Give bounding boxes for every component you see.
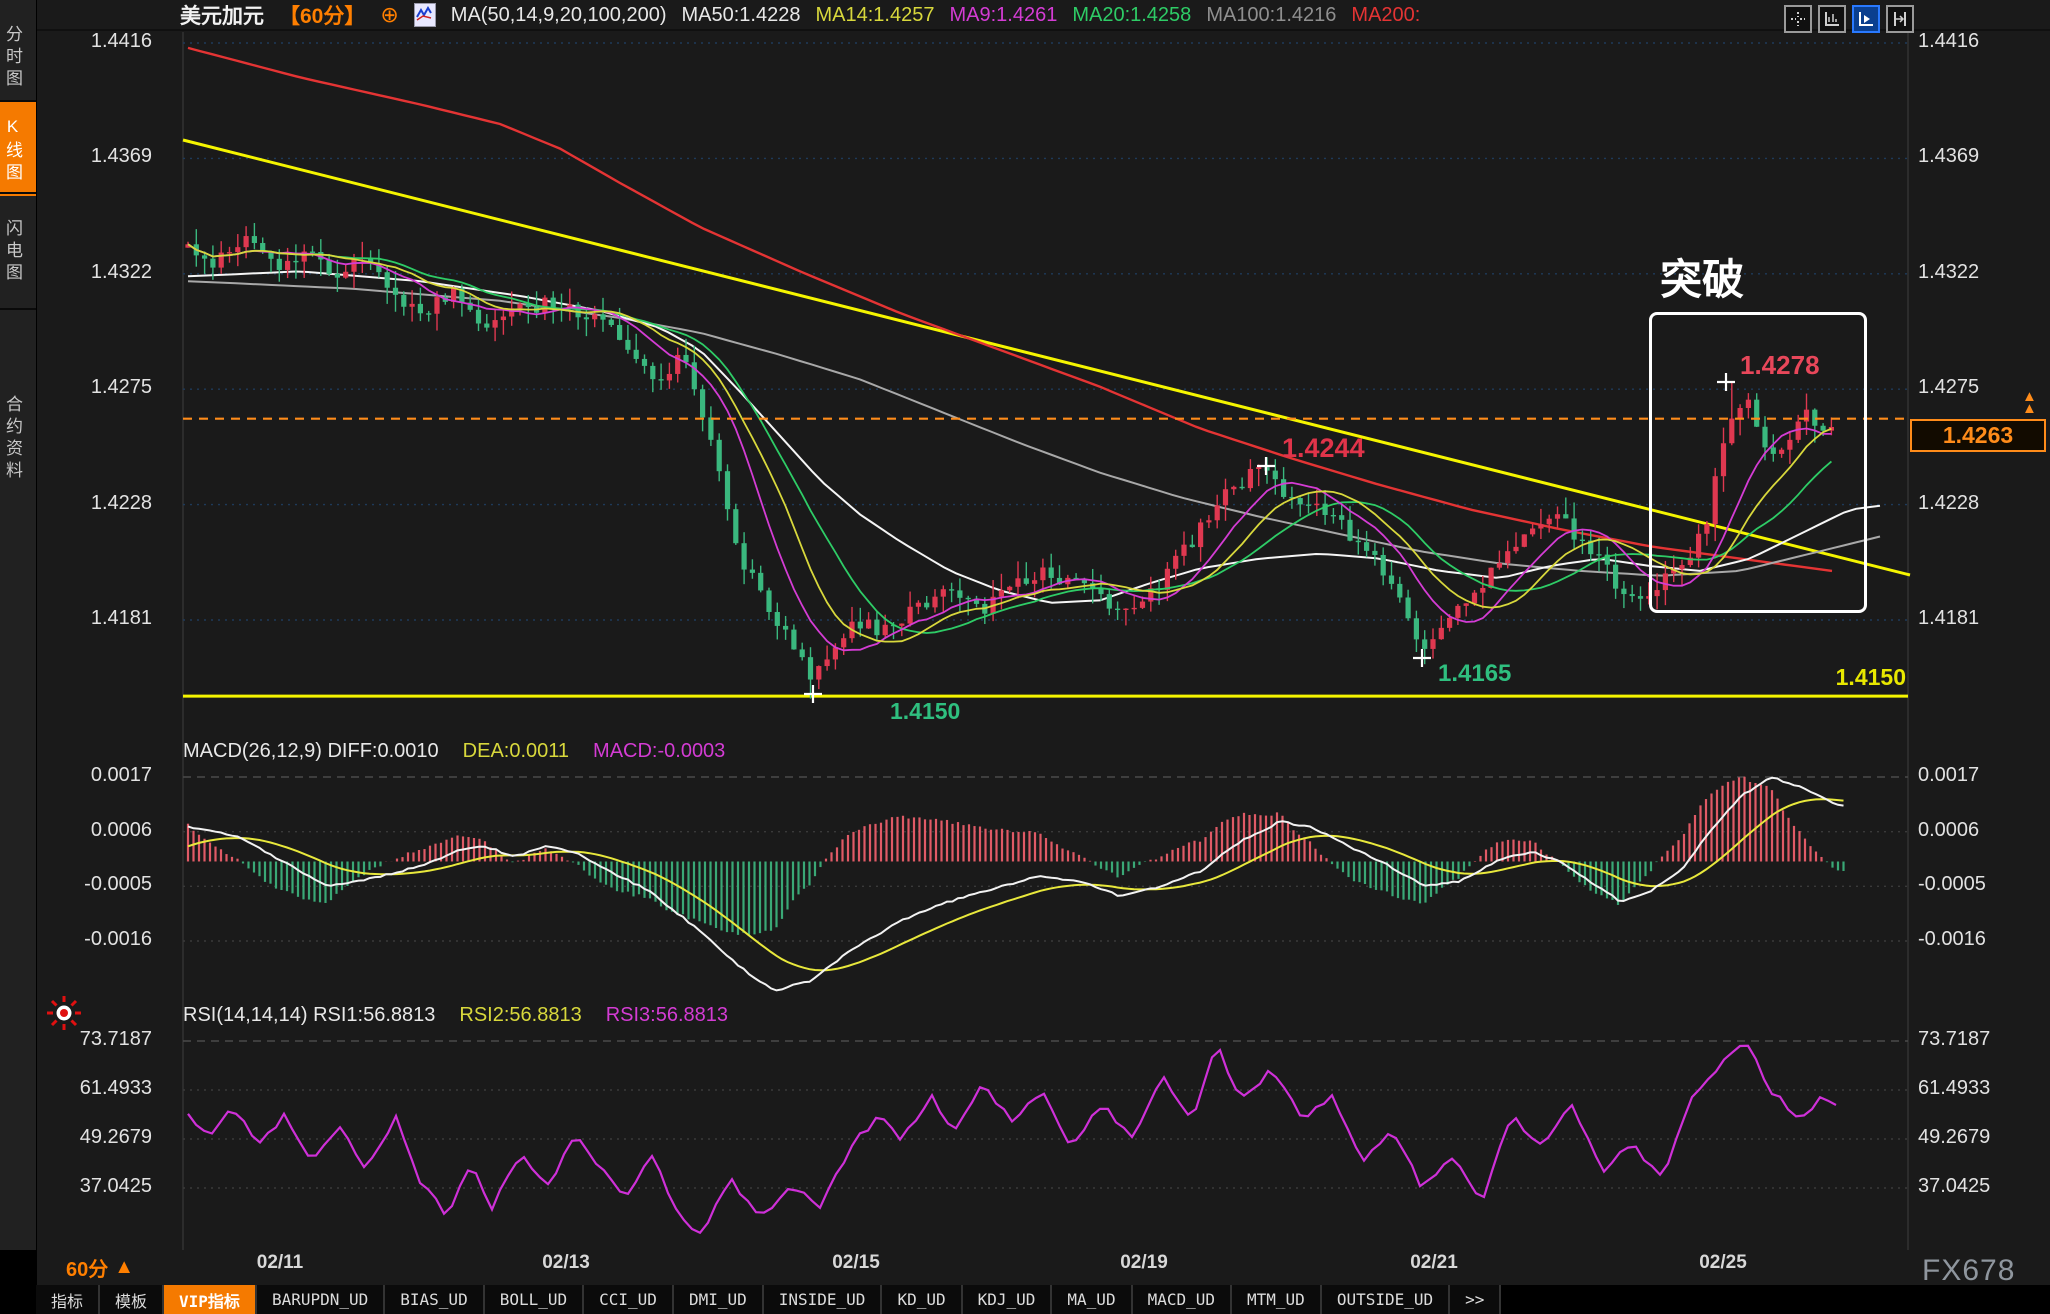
trading-app-window: 1.44161.44161.43691.43691.43221.43221.42… (0, 0, 2050, 1314)
crosshair-tool-icon[interactable] (1784, 5, 1812, 33)
rsi3-value: RSI3:56.8813 (606, 1004, 728, 1027)
indicator-tab-bar: 指标 模板 VIP指标 BARUPDN_UD BIAS_UD BOLL_UD C… (36, 1285, 2050, 1314)
ma9-value: MA9:1.4261 (949, 4, 1057, 27)
tab-ma-ud[interactable]: MA_UD (1052, 1285, 1132, 1314)
tab-bias-ud[interactable]: BIAS_UD (385, 1285, 484, 1314)
tab-vip-indicators[interactable]: VIP指标 (164, 1285, 257, 1314)
timeframe-indicator[interactable]: 60分 ▲ (66, 1253, 134, 1282)
indicator-marker-icon[interactable] (44, 993, 84, 1038)
rsi-header: RSI(14,14,14) RSI1:56.8813 RSI2:56.8813 … (183, 1004, 728, 1027)
tab-kd-ud[interactable]: KD_UD (882, 1285, 962, 1314)
tab-templates[interactable]: 模板 (100, 1285, 164, 1314)
tab-inside-ud[interactable]: INSIDE_UD (764, 1285, 883, 1314)
current-price-badge: 1.4263 (1910, 419, 2046, 452)
left-sidebar: 分时图 K线图 闪电图 合约资料 (0, 0, 37, 1314)
shift-right-tool-icon[interactable] (1886, 5, 1914, 33)
sidebar-divider (0, 308, 36, 310)
tab-outside-ud[interactable]: OUTSIDE_UD (1322, 1285, 1450, 1314)
mini-chart-icon (414, 3, 436, 27)
macd-header: MACD(26,12,9) DIFF:0.0010 DEA:0.0011 MAC… (183, 740, 725, 763)
ma-settings-label[interactable]: MA(50,14,9,20,100,200) (451, 4, 667, 27)
tab-barupdn-ud[interactable]: BARUPDN_UD (257, 1285, 385, 1314)
swing-high-price-label: 1.4278 (1740, 350, 1820, 381)
breakout-annotation-label: 突破 (1660, 246, 1744, 307)
watermark: FX678 (1922, 1254, 2015, 1288)
ma20-value: MA20:1.4258 (1072, 4, 1191, 27)
tab-boll-ud[interactable]: BOLL_UD (485, 1285, 584, 1314)
support-price-label-left: 1.4150 (890, 698, 960, 725)
sidebar-bottom-corner (0, 1250, 36, 1314)
ma100-value: MA100:1.4216 (1206, 4, 1336, 27)
tab-dmi-ud[interactable]: DMI_UD (674, 1285, 764, 1314)
timeframe-up-arrow-icon: ▲ (114, 1256, 134, 1279)
chart-toolbar (1784, 5, 1914, 33)
price-up-arrows-icon: ▲▲ (2022, 391, 2037, 415)
ma14-value: MA14:1.4257 (815, 4, 934, 27)
sidebar-item-candle-chart[interactable]: K线图 (0, 102, 36, 196)
auto-scroll-tool-icon[interactable] (1852, 5, 1880, 33)
swing-low-price-label: 1.4165 (1438, 660, 1511, 688)
macd-diff-value: MACD(26,12,9) DIFF:0.0010 (183, 740, 439, 763)
tab-more[interactable]: >> (1450, 1285, 1501, 1314)
macd-dea-value: DEA:0.0011 (463, 740, 569, 763)
tab-macd-ud[interactable]: MACD_UD (1133, 1285, 1232, 1314)
chart-header: 美元加元 【60分】 ⊕ MA(50,14,9,20,100,200) MA50… (180, 1, 1420, 29)
tab-indicators[interactable]: 指标 (36, 1285, 100, 1314)
tab-cci-ud[interactable]: CCI_UD (584, 1285, 674, 1314)
ma50-value: MA50:1.4228 (682, 4, 801, 27)
peak-price-label: 1.4244 (1282, 433, 1365, 464)
period-label[interactable]: 【60分】 (279, 0, 365, 30)
rsi2-value: RSI2:56.8813 (459, 1004, 581, 1027)
sidebar-divider (0, 192, 36, 194)
support-price-label-right: 1.4150 (1790, 664, 1906, 691)
macd-hist-value: MACD:-0.0003 (593, 740, 725, 763)
axis-scale-tool-icon[interactable] (1818, 5, 1846, 33)
sidebar-item-contract-info[interactable]: 合约资料 (0, 315, 36, 559)
tab-mtm-ud[interactable]: MTM_UD (1232, 1285, 1322, 1314)
symbol-title: 美元加元 (180, 0, 264, 30)
sidebar-item-timeline-chart[interactable]: 分时图 (0, 8, 36, 104)
add-indicator-icon[interactable]: ⊕ (380, 4, 398, 26)
rsi1-value: RSI(14,14,14) RSI1:56.8813 (183, 1004, 435, 1027)
tab-kdj-ud[interactable]: KDJ_UD (963, 1285, 1053, 1314)
ma200-value: MA200: (1351, 4, 1420, 27)
sidebar-item-lightning-chart[interactable]: 闪电图 (0, 196, 36, 304)
chart-canvas[interactable] (0, 0, 2050, 1314)
